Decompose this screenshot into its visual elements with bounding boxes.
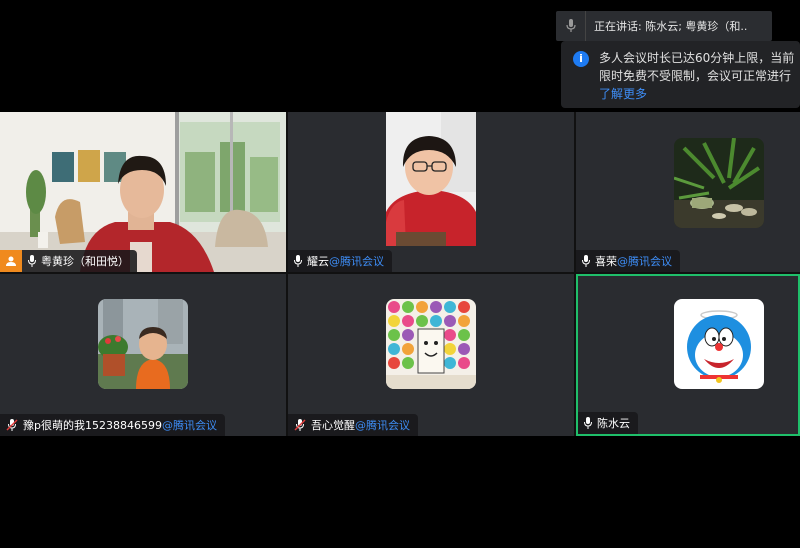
- participant-namebar: 陈水云: [578, 412, 638, 434]
- time-limit-notice: i 多人会议时长已达60分钟上限，当前 限时免费不受限制，会议可正常进行 了解更…: [561, 41, 800, 108]
- microphone-muted-icon: [6, 419, 18, 431]
- participant-namebar: 吾心觉醒 @腾讯会议: [288, 414, 418, 436]
- participant-namebar: 豫p很萌的我15238846599 @腾讯会议: [0, 414, 225, 436]
- participant-name: 耀云: [307, 255, 329, 268]
- participant-name: 豫p很萌的我15238846599: [23, 419, 162, 432]
- participant-tag: @腾讯会议: [161, 419, 217, 432]
- speaking-label: 正在讲话:: [594, 20, 642, 33]
- participant-namebar: 耀云 @腾讯会议: [288, 250, 392, 272]
- participant-name: 喜荣: [595, 255, 617, 268]
- notice-line-2: 限时免费不受限制，会议可正常进行: [599, 69, 792, 83]
- participant-name: 吾心觉醒: [311, 419, 355, 432]
- microphone-icon: [556, 11, 586, 41]
- participant-tag: @腾讯会议: [329, 255, 384, 268]
- notice-line-1: 多人会议时长已达60分钟上限，当前: [599, 51, 795, 65]
- info-icon: i: [573, 51, 589, 67]
- participant-avatar: [98, 299, 188, 389]
- participant-avatar: [674, 299, 764, 389]
- speaking-indicator[interactable]: 正在讲话: 陈水云; 粤黄珍（和..: [556, 11, 772, 41]
- participant-avatar: [386, 299, 476, 389]
- participant-tag: @腾讯会议: [617, 255, 672, 268]
- microphone-icon: [294, 255, 302, 267]
- video-tile-participant[interactable]: 耀云 @腾讯会议: [288, 112, 574, 272]
- video-tile-participant[interactable]: 喜荣 @腾讯会议: [576, 112, 800, 272]
- video-tile-participant[interactable]: 吾心觉醒 @腾讯会议: [288, 274, 574, 436]
- participant-tag: @腾讯会议: [355, 419, 410, 432]
- microphone-icon: [28, 255, 36, 267]
- microphone-muted-icon: [294, 419, 306, 431]
- learn-more-link[interactable]: 了解更多: [599, 85, 800, 103]
- participant-name: 粤黄珍（和田悦）: [41, 255, 129, 268]
- microphone-icon: [584, 417, 592, 429]
- microphone-icon: [582, 255, 590, 267]
- host-video-feed: [0, 112, 286, 272]
- speaking-names: 陈水云; 粤黄珍（和..: [645, 20, 748, 33]
- meeting-window: 正在讲话: 陈水云; 粤黄珍（和.. i 多人会议时长已达60分钟上限，当前 限…: [0, 0, 800, 548]
- host-icon: [0, 250, 22, 272]
- participant-avatar: [674, 138, 764, 228]
- participant-video-feed: [386, 112, 476, 246]
- video-tile-host[interactable]: 粤黄珍（和田悦）: [0, 112, 286, 272]
- video-tile-participant[interactable]: 豫p很萌的我15238846599 @腾讯会议: [0, 274, 286, 436]
- participant-name: 陈水云: [597, 417, 630, 430]
- participant-namebar: 喜荣 @腾讯会议: [576, 250, 680, 272]
- participant-namebar: 粤黄珍（和田悦）: [0, 250, 137, 272]
- video-grid: 粤黄珍（和田悦） 耀云 @腾讯会议 喜荣 @腾讯会议 豫p很萌的我1523884…: [0, 112, 800, 436]
- video-tile-active-speaker[interactable]: 陈水云: [576, 274, 800, 436]
